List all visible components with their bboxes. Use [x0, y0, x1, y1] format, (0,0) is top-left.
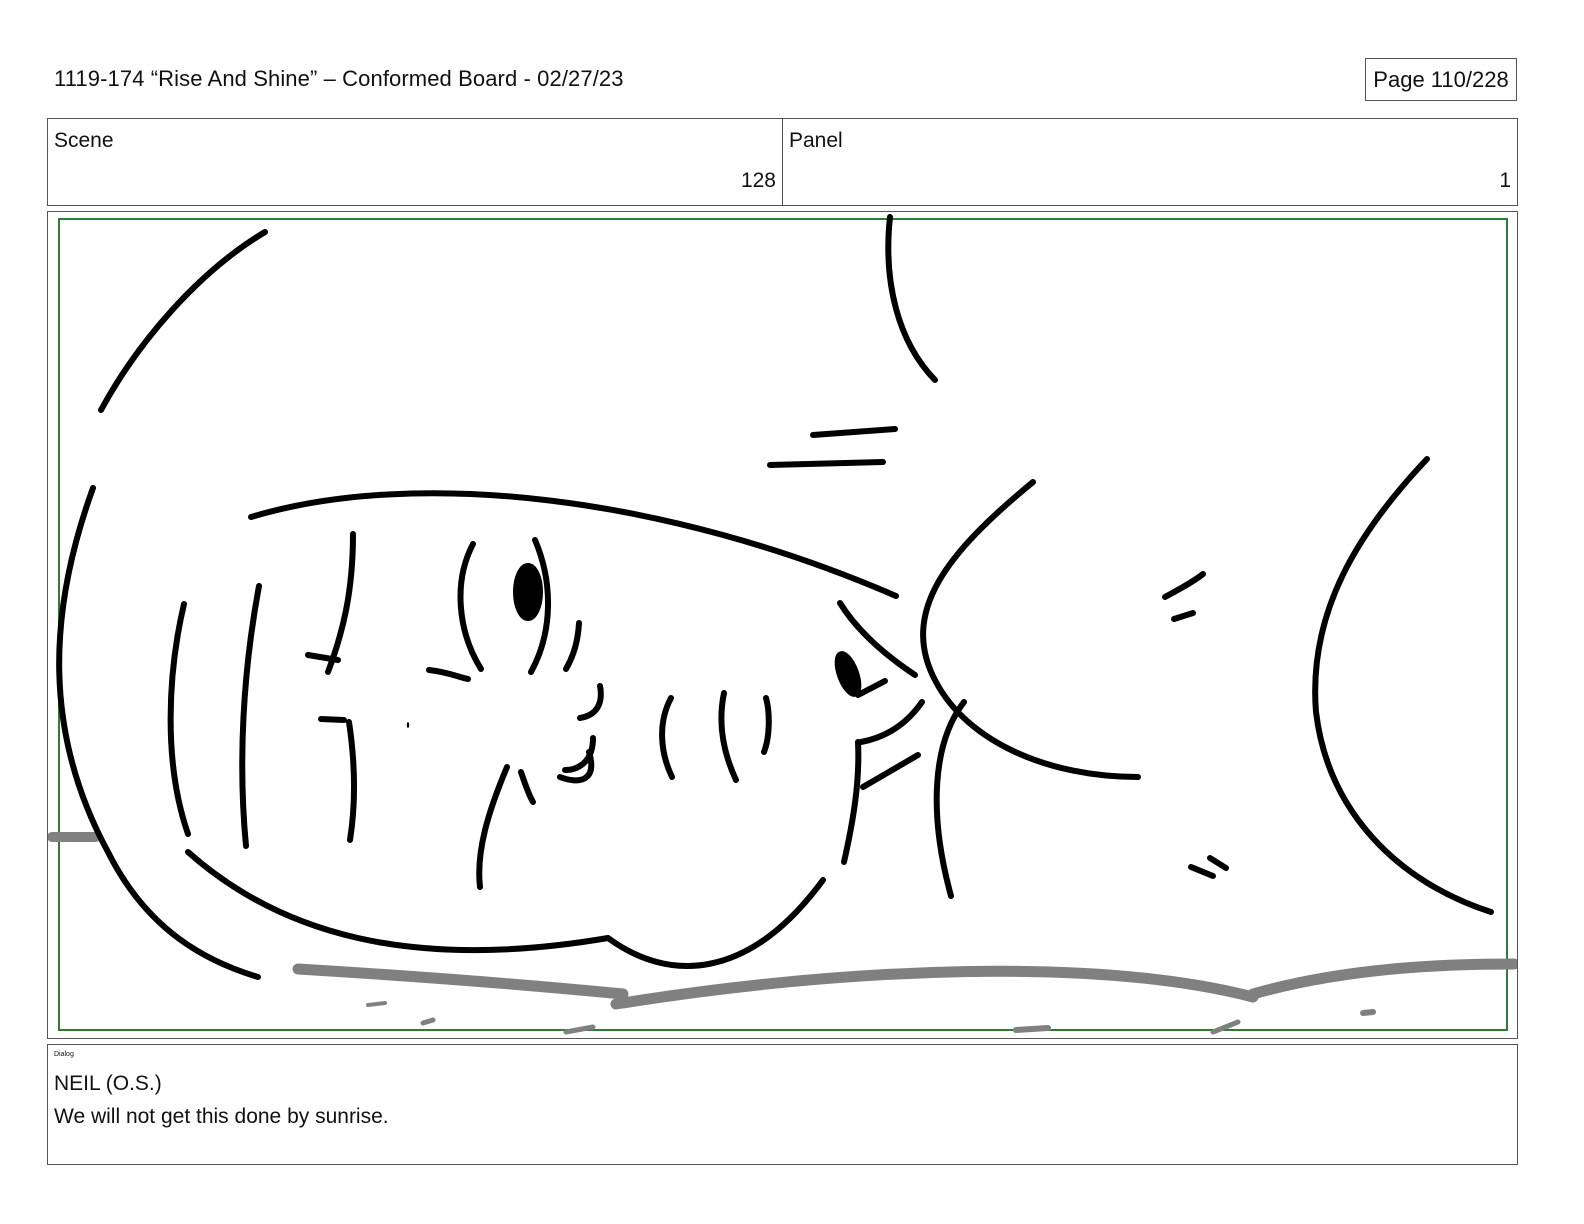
- panel-label: Panel: [789, 129, 843, 152]
- panel-cell: Panel 1: [782, 119, 1517, 205]
- ground-lines: [48, 832, 1517, 1035]
- dialog-speaker: NEIL (O.S.): [54, 1072, 162, 1095]
- storyboard-panel: [47, 211, 1518, 1039]
- dialog-line: We will not get this done by sunrise.: [54, 1105, 389, 1128]
- ink-lines: [56, 214, 1494, 980]
- storyboard-drawing: [48, 214, 1517, 1035]
- info-row: Scene 128 Panel 1: [47, 118, 1518, 206]
- scene-cell: Scene 128: [48, 119, 782, 205]
- dialog-label: Dialog: [54, 1051, 74, 1058]
- panel-number: 1: [1499, 169, 1511, 192]
- dialog-box: Dialog NEIL (O.S.) We will not get this …: [47, 1044, 1518, 1165]
- scene-label: Scene: [54, 129, 114, 152]
- page-indicator: Page 110/228: [1365, 58, 1517, 101]
- scene-number: 128: [740, 169, 776, 192]
- doc-title: 1119-174 “Rise And Shine” – Conformed Bo…: [54, 66, 624, 91]
